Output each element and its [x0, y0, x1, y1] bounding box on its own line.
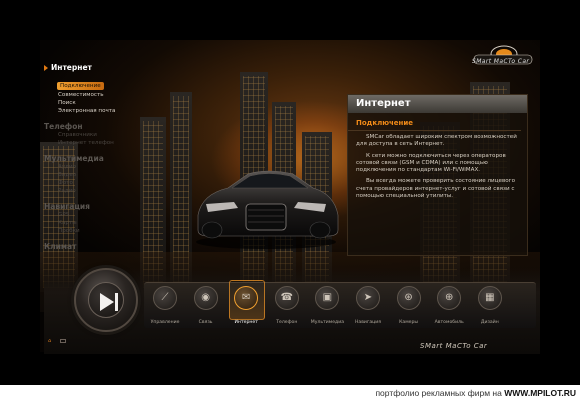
menu-item[interactable]: Справочники — [58, 132, 97, 138]
dock-label: Камеры — [399, 320, 419, 325]
window-icon[interactable] — [60, 339, 66, 343]
dock-button-9[interactable]: ▦ Дизайн — [471, 286, 509, 325]
menu-category[interactable]: Телефон — [44, 122, 154, 131]
dock-icon-glyph: ⊕ — [444, 292, 454, 303]
dock-icon-glyph: ◉ — [201, 292, 210, 303]
dock-button-8[interactable]: ⊕ Автомобиль — [430, 286, 468, 325]
settings-icon[interactable]: ⌂ — [48, 338, 51, 344]
dock-label: Связь — [198, 320, 213, 325]
navigation-icon: ➤ — [356, 286, 380, 310]
menu-category-label: Мультимедиа — [44, 154, 104, 163]
side-menu: Интернет Подключение Совместимость Поиск Эле… — [44, 56, 154, 251]
menu-item[interactable]: Совместимость — [58, 92, 104, 98]
dock-label: Интернет — [234, 320, 258, 325]
footer-text: портфолио рекламных фирм на WWW.MPILOT.R… — [375, 388, 576, 398]
dock-icon-glyph: ⟋ — [161, 292, 169, 303]
brand-logo: SMart MaCTo Car — [470, 44, 536, 70]
signal-icon: ◉ — [193, 286, 218, 310]
play-button[interactable] — [74, 268, 138, 332]
menu-category[interactable]: Климат — [44, 242, 154, 251]
play-pause-icon — [100, 293, 118, 311]
dock-label: Мультимедиа — [310, 320, 345, 325]
menu-category[interactable]: Интернет — [44, 63, 154, 72]
phone-icon: ☎ — [274, 286, 299, 310]
menu-category-label: Телефон — [44, 122, 83, 131]
logo-emblem-icon — [473, 45, 533, 65]
dock-label: Автомобиль — [434, 320, 464, 325]
menu-category-label: Климат — [44, 242, 77, 251]
dock-label: Дизайн — [480, 320, 499, 325]
dock-button-2[interactable]: ◉ Связь — [187, 286, 225, 325]
dock-button-7[interactable]: ⊛ Камеры — [390, 286, 428, 325]
panel-title: Интернет — [356, 98, 411, 109]
panel-paragraph: К сети можно подключиться через оператор… — [356, 152, 506, 174]
dock-icon-glyph: ⊛ — [404, 292, 413, 303]
menu-item[interactable]: Аудио — [58, 164, 76, 170]
camera-icon: ⊛ — [396, 286, 421, 310]
dock-button-4[interactable]: ☎ Телефон — [268, 286, 306, 325]
steering-icon: ⟋ — [153, 286, 177, 310]
dock-icon-glyph: ▣ — [322, 292, 333, 303]
panel-header: Интернет — [348, 95, 527, 113]
menu-item[interactable]: Карты — [58, 220, 77, 226]
envelope-icon: ✉ — [234, 286, 259, 310]
logo-text: SMart MaCTo Car — [472, 58, 530, 65]
panel-paragraph: SMCar обладает широким спектром возможно… — [356, 134, 517, 148]
dock-label: Навигация — [354, 320, 382, 325]
dock-icon-glyph: ➤ — [363, 292, 373, 303]
menu-item[interactable]: Пробки — [58, 228, 80, 234]
arrow-bullet-icon — [44, 65, 48, 71]
dock-button-5[interactable]: ▣ Мультимедиа — [308, 286, 346, 325]
footer-brand: SMart MaCTo Car — [420, 342, 488, 350]
dock-icon-glyph: ✉ — [241, 292, 251, 303]
site-footer: портфолио рекламных фирм на WWW.MPILOT.R… — [0, 385, 580, 402]
menu-item[interactable]: Поиск — [58, 100, 76, 106]
menu-item[interactable]: GPS — [58, 212, 69, 218]
dock-icon-glyph: ☎ — [280, 292, 294, 303]
car-icon: ⊕ — [437, 286, 462, 310]
menu-item[interactable]: Подключение — [57, 82, 104, 90]
menu-category-label: Навигация — [44, 202, 90, 211]
menu-category[interactable]: Мультимедиа — [44, 154, 154, 163]
app-window: SMart MaCTo Car Интернет Подключение Совме… — [0, 0, 580, 385]
dock-label: Управление — [150, 320, 180, 325]
panel-body: SMCar обладает широким спектром возможно… — [348, 131, 527, 201]
dock-label: Телефон — [276, 320, 298, 325]
panel-subtitle: Подключение — [348, 113, 521, 131]
panel-paragraph: Вы всегда можете проверить состояние лиц… — [356, 178, 516, 200]
menu-item[interactable]: Видео — [58, 172, 76, 178]
dock-icon-glyph: ▦ — [485, 292, 495, 303]
car-image — [196, 170, 339, 249]
dock-button-1[interactable]: ⟋ Управление — [146, 286, 184, 325]
menu-category-label: Интернет — [51, 63, 92, 72]
footer-site-link[interactable]: WWW.MPILOT.RU — [504, 388, 576, 398]
menu-item[interactable]: Радио — [58, 188, 76, 194]
footer-prefix: портфолио рекламных фирм на — [375, 388, 502, 398]
menu-item[interactable]: Фото — [58, 180, 73, 186]
menu-category[interactable]: Навигация — [44, 202, 154, 211]
dock-button-6[interactable]: ➤ Навигация — [349, 286, 387, 325]
dock-button-3[interactable]: ✉ Интернет — [227, 280, 266, 325]
film-icon: ▣ — [315, 286, 340, 310]
menu-item[interactable]: Интернет телефон — [58, 140, 114, 146]
menu-item[interactable]: Электронная почта — [58, 108, 116, 114]
info-panel: Интернет Подключение SMCar обладает широ… — [347, 94, 528, 256]
design-icon: ▦ — [477, 286, 502, 310]
